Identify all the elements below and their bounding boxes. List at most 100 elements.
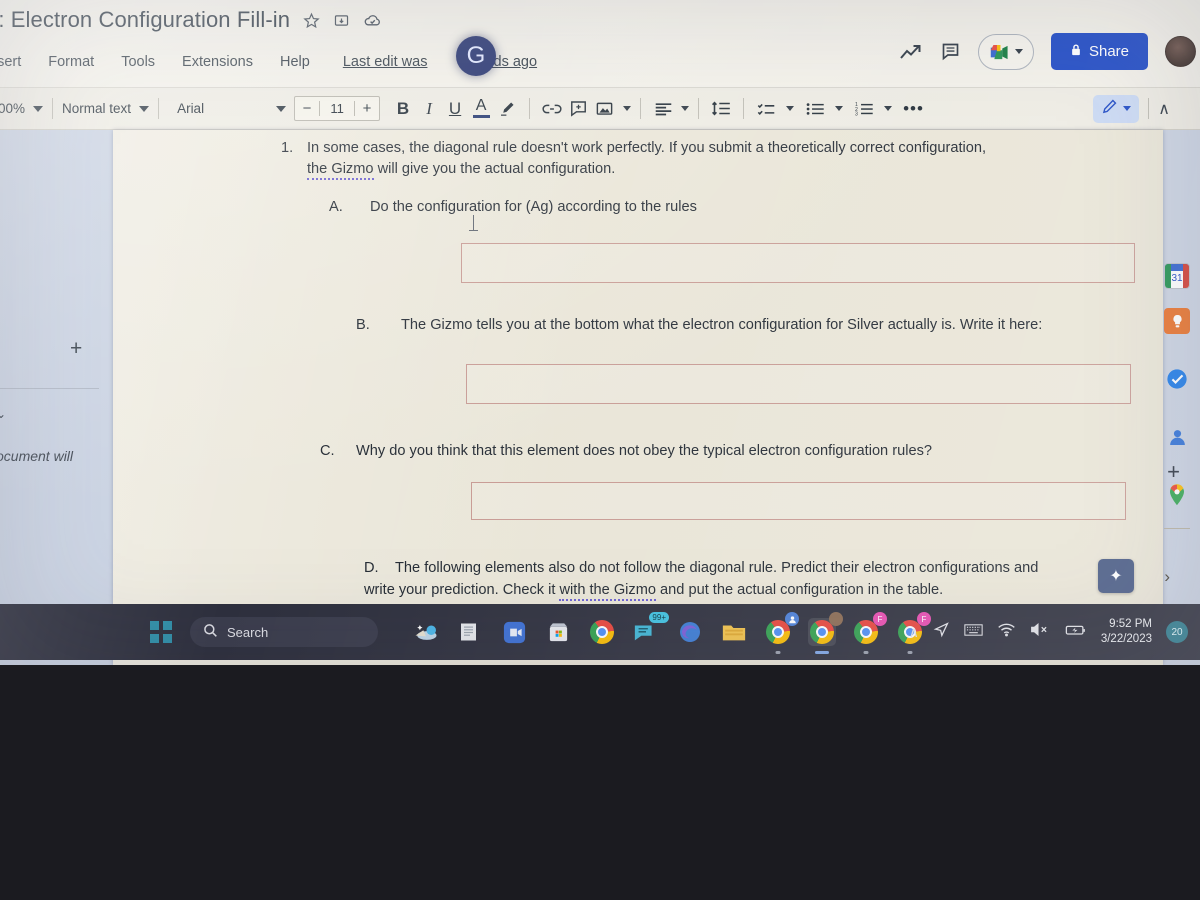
collapse-toolbar-icon[interactable]: ∧ bbox=[1158, 99, 1170, 119]
add-on-plus-button[interactable]: + bbox=[1167, 459, 1180, 485]
text-color-button[interactable]: A bbox=[468, 96, 494, 122]
chrome-profile-2-icon[interactable] bbox=[808, 612, 843, 646]
chevron-down-icon[interactable] bbox=[786, 106, 795, 111]
menu-tools[interactable]: Tools bbox=[118, 53, 158, 71]
search-icon bbox=[203, 623, 218, 641]
font-size-stepper[interactable]: − 11 + bbox=[294, 96, 381, 121]
bold-button[interactable]: B bbox=[390, 96, 416, 122]
star-icon[interactable] bbox=[303, 12, 320, 29]
battery-charging-icon[interactable] bbox=[1065, 623, 1087, 642]
add-comment-icon[interactable] bbox=[565, 96, 591, 122]
meet-button[interactable] bbox=[977, 33, 1034, 70]
bulleted-list-icon[interactable] bbox=[802, 96, 828, 122]
touch-keyboard-icon[interactable] bbox=[964, 623, 983, 642]
chevron-down-icon[interactable] bbox=[884, 106, 893, 111]
wifi-icon[interactable] bbox=[997, 622, 1016, 642]
photographed-screen: o: Electron Configuration Fill-in sert F… bbox=[0, 0, 1200, 665]
svg-text:3: 3 bbox=[855, 111, 858, 117]
divider bbox=[52, 98, 54, 119]
clock-time: 9:52 PM bbox=[1109, 618, 1152, 630]
divider bbox=[1148, 98, 1150, 119]
chevron-down-icon[interactable] bbox=[623, 106, 632, 111]
explore-button[interactable]: ✦ bbox=[1098, 559, 1134, 593]
insert-image-dropdown[interactable] bbox=[591, 96, 632, 122]
text-color-label: A bbox=[475, 97, 487, 114]
document-page[interactable]: 1. In some cases, the diagonal rule does… bbox=[113, 130, 1163, 665]
contacts-icon[interactable] bbox=[1164, 424, 1190, 450]
location-arrow-icon[interactable] bbox=[933, 621, 950, 643]
zoom-level-dropdown[interactable]: 00% bbox=[0, 101, 44, 116]
numbered-list-dropdown[interactable]: 1 2 3 bbox=[851, 96, 893, 122]
editing-mode-button[interactable] bbox=[1093, 94, 1140, 123]
comment-history-icon[interactable] bbox=[940, 41, 961, 62]
widgets-weather-icon[interactable] bbox=[412, 618, 440, 646]
meet-dropdown-caret[interactable] bbox=[1014, 49, 1023, 54]
paragraph-style-value: Normal text bbox=[62, 101, 132, 116]
font-size-value[interactable]: 11 bbox=[319, 101, 356, 116]
bulleted-list-dropdown[interactable] bbox=[802, 96, 844, 122]
answer-box-c[interactable] bbox=[471, 482, 1126, 520]
align-icon[interactable] bbox=[650, 96, 676, 122]
add-outline-heading-button[interactable]: + bbox=[70, 337, 82, 361]
start-button[interactable] bbox=[150, 621, 172, 643]
menu-insert[interactable]: Insert bbox=[0, 53, 24, 71]
google-meet-taskbar-icon[interactable] bbox=[500, 618, 528, 646]
file-explorer-icon[interactable] bbox=[720, 618, 748, 646]
underline-button[interactable]: U bbox=[442, 96, 468, 122]
expand-panel-chevron-icon[interactable]: › bbox=[1164, 567, 1170, 587]
font-size-increase[interactable]: + bbox=[355, 100, 379, 117]
more-options-icon[interactable]: ••• bbox=[903, 100, 924, 117]
avatar[interactable] bbox=[1165, 36, 1196, 67]
clock[interactable]: 9:52 PM 3/22/2023 bbox=[1101, 617, 1152, 647]
last-edit-status[interactable]: Last edit was bbox=[343, 54, 428, 70]
calendar-icon[interactable]: 31 bbox=[1164, 263, 1190, 289]
maps-icon[interactable] bbox=[1164, 482, 1190, 508]
chevron-down-icon[interactable]: ⌄ bbox=[0, 407, 6, 421]
align-dropdown[interactable] bbox=[650, 96, 690, 122]
show-hidden-icons-button[interactable]: ∧ bbox=[909, 624, 919, 641]
share-button[interactable]: Share bbox=[1050, 33, 1148, 70]
font-size-decrease[interactable]: − bbox=[295, 100, 319, 117]
chrome-profile-f1-icon[interactable]: F bbox=[852, 612, 887, 646]
answer-box-b[interactable] bbox=[466, 364, 1131, 404]
calendar-date-label: 31 bbox=[1171, 272, 1183, 284]
chevron-down-icon[interactable] bbox=[681, 106, 690, 111]
menu-help[interactable]: Help bbox=[277, 53, 313, 71]
checklist-dropdown[interactable] bbox=[753, 96, 795, 122]
divider bbox=[0, 388, 99, 389]
line-spacing-icon[interactable] bbox=[708, 96, 734, 122]
file-explorer-docs-icon[interactable] bbox=[456, 618, 484, 646]
loading-spinner-badge: G bbox=[456, 36, 496, 76]
chrome-profile-1-icon[interactable] bbox=[764, 612, 799, 646]
cloud-saved-icon[interactable] bbox=[363, 12, 382, 29]
google-chrome-icon[interactable] bbox=[588, 618, 616, 646]
answer-box-a[interactable] bbox=[461, 243, 1135, 283]
menu-format[interactable]: Format bbox=[45, 53, 97, 71]
insert-link-icon[interactable] bbox=[539, 96, 565, 122]
teams-chat-icon[interactable]: 99+ bbox=[632, 612, 669, 646]
keep-icon[interactable] bbox=[1164, 308, 1190, 334]
page-title[interactable]: o: Electron Configuration Fill-in bbox=[0, 7, 290, 33]
italic-button[interactable]: I bbox=[416, 96, 442, 122]
move-to-folder-icon[interactable] bbox=[333, 12, 350, 29]
paragraph-style-dropdown[interactable]: Normal text bbox=[62, 101, 150, 116]
tasks-icon[interactable] bbox=[1164, 366, 1190, 392]
microsoft-edge-icon[interactable] bbox=[676, 618, 704, 646]
activity-dashboard-icon[interactable] bbox=[899, 42, 923, 62]
microsoft-store-icon[interactable] bbox=[544, 618, 572, 646]
volume-muted-icon[interactable] bbox=[1030, 622, 1051, 642]
question-1: 1. In some cases, the diagonal rule does… bbox=[281, 138, 1131, 180]
highlight-icon[interactable] bbox=[494, 96, 520, 122]
editing-mode-caret[interactable] bbox=[1123, 106, 1132, 111]
search-input[interactable]: Search bbox=[190, 617, 378, 647]
part-c-text: Why do you think that this element does … bbox=[356, 443, 932, 459]
checklist-icon[interactable] bbox=[753, 96, 779, 122]
insert-image-icon[interactable] bbox=[591, 96, 617, 122]
chevron-down-icon[interactable] bbox=[835, 106, 844, 111]
meet-icon bbox=[989, 44, 1011, 60]
formatting-toolbar: 00% Normal text Arial − 11 + B I U A 1 2… bbox=[0, 88, 1200, 130]
notification-center-badge[interactable]: 20 bbox=[1166, 621, 1188, 643]
font-family-dropdown[interactable]: Arial bbox=[168, 101, 287, 116]
menu-extensions[interactable]: Extensions bbox=[179, 53, 256, 71]
numbered-list-icon[interactable]: 1 2 3 bbox=[851, 96, 877, 122]
